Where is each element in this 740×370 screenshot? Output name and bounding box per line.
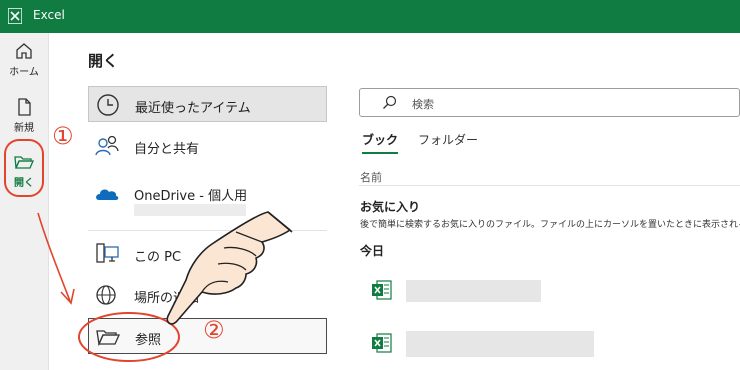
onedrive-account-redacted [134, 204, 246, 216]
globe-add-icon [96, 285, 116, 305]
nav-home-label: ホーム [9, 67, 39, 78]
app-title: Excel [33, 8, 65, 22]
today-heading: 今日 [360, 244, 385, 258]
excel-logo-icon [8, 8, 22, 24]
pc-icon [96, 243, 119, 263]
open-folder-icon [14, 156, 34, 169]
new-document-icon [18, 98, 31, 116]
column-header-name[interactable]: 名前 [360, 169, 382, 185]
location-recent[interactable]: 最近使ったアイテム [88, 86, 327, 122]
list-item[interactable] [359, 271, 740, 311]
search-box[interactable]: 検索 [359, 88, 740, 117]
location-shared[interactable]: 自分と共有 [88, 128, 327, 164]
locations-divider [88, 230, 327, 231]
favorites-description: 後で簡単に検索するお気に入りのファイル。ファイルの上にカーソルを置いたときに表示… [360, 220, 740, 230]
browse-folder-icon [96, 330, 121, 347]
tab-books[interactable]: ブック [362, 131, 399, 154]
onedrive-cloud-icon [96, 189, 119, 200]
left-nav [0, 33, 49, 370]
shared-people-icon [95, 135, 119, 156]
nav-open-label: 開く [14, 178, 34, 189]
location-add-place-label: 場所の追加 [134, 291, 200, 306]
location-onedrive-label: OneDrive - 個人用 [134, 189, 248, 204]
browse-button[interactable]: 参照 [88, 318, 327, 354]
location-add-place[interactable]: 場所の追加 [88, 277, 327, 313]
location-this-pc[interactable]: この PC [88, 236, 327, 272]
list-item[interactable] [359, 324, 740, 364]
excel-file-icon [372, 280, 392, 300]
search-icon [383, 95, 397, 109]
home-icon [16, 43, 32, 59]
title-bar: Excel [0, 0, 740, 33]
browse-button-label: 参照 [135, 333, 162, 348]
location-this-pc-label: この PC [134, 250, 182, 265]
file-name-redacted [406, 331, 594, 357]
tab-folders[interactable]: フォルダー [418, 131, 478, 148]
nav-open[interactable]: 開く [0, 152, 48, 189]
clock-icon [97, 94, 119, 116]
search-placeholder: 検索 [412, 98, 434, 111]
list-header-divider [359, 185, 740, 186]
favorites-heading: お気に入り [360, 200, 421, 214]
location-shared-label: 自分と共有 [134, 142, 200, 157]
nav-new[interactable]: 新規 [0, 97, 48, 134]
file-name-redacted [406, 280, 541, 302]
nav-new-label: 新規 [14, 123, 34, 134]
nav-home[interactable]: ホーム [0, 41, 48, 78]
location-recent-label: 最近使ったアイテム [135, 101, 251, 116]
excel-file-icon [372, 333, 392, 353]
page-title: 開く [88, 52, 119, 70]
